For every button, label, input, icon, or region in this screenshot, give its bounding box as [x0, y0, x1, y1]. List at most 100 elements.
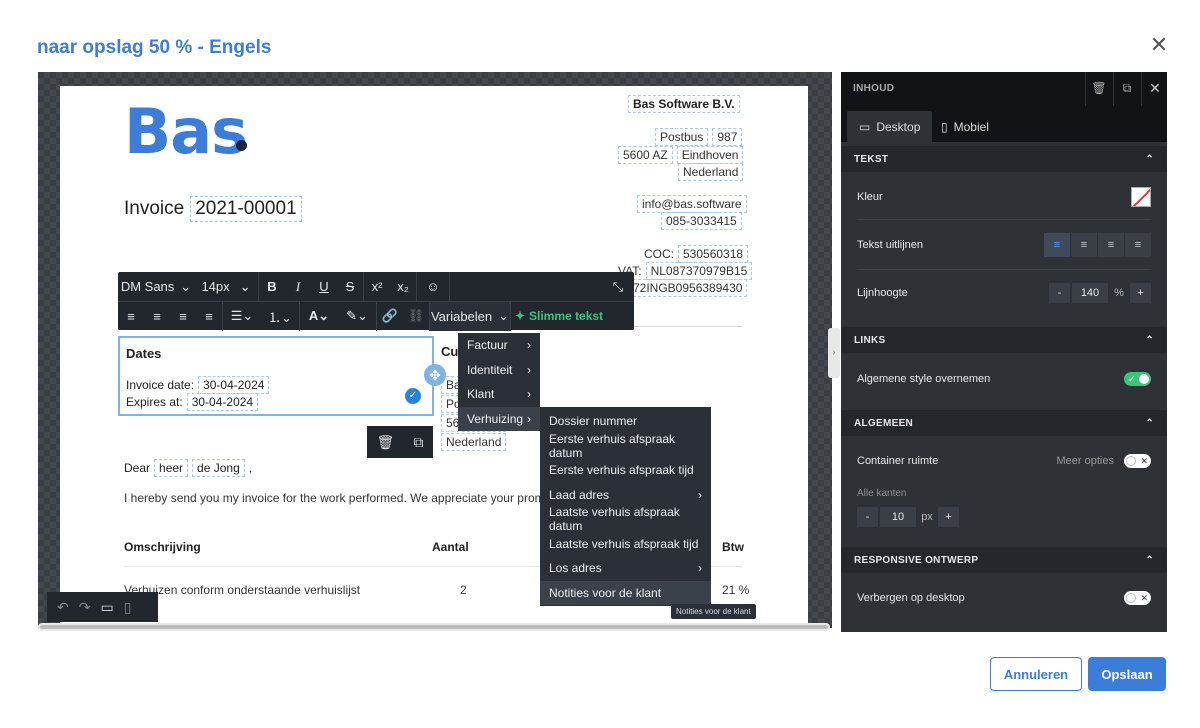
postbus-number-variable[interactable]: 987	[712, 128, 743, 146]
close-panel-icon[interactable]: ✕	[1145, 80, 1165, 97]
city-variable[interactable]: Eindhoven	[676, 146, 744, 164]
align-justify-icon[interactable]: ≡	[196, 302, 222, 331]
text-color-icon[interactable]: A⌄	[300, 302, 338, 331]
section-algemeen[interactable]: ALGEMEEN ⌃	[841, 410, 1167, 436]
highlight-icon[interactable]: ✎⌄	[338, 302, 376, 331]
submenu-item-eerste-datum[interactable]: Eerste verhuis afspraak datum	[540, 431, 711, 460]
trash-icon[interactable]: 🗑	[377, 434, 395, 451]
align-left-icon[interactable]: ≡	[118, 302, 144, 331]
invoice-date-variable[interactable]: 30-04-2024	[198, 376, 270, 394]
panel-collapse-handle[interactable]: ›	[828, 328, 840, 378]
invoice-number-variable[interactable]: 2021-00001	[190, 196, 302, 222]
dear-text: Dear	[124, 461, 151, 475]
postcode-variable[interactable]: 5600 AZ	[618, 146, 673, 164]
line-height-label: Lijnhoogte	[857, 287, 908, 299]
customer-name-variable[interactable]: de Jong	[192, 459, 245, 477]
submenu-item-label: Notities voor de klant	[549, 585, 662, 600]
submenu-item-eerste-tijd[interactable]: Eerste verhuis afspraak tijd	[540, 458, 711, 483]
more-options-toggle[interactable]: ✕	[1124, 454, 1151, 468]
underline-icon[interactable]: U	[311, 272, 337, 301]
section-responsive[interactable]: RESPONSIVE ONTWERP ⌃	[841, 547, 1167, 573]
expires-date-variable[interactable]: 30-04-2024	[186, 393, 259, 411]
vat-variable[interactable]: NL087370979B15	[645, 262, 753, 280]
submenu-item-dossier-nummer[interactable]: Dossier nummer	[540, 409, 711, 434]
line-height-input[interactable]: 140	[1072, 283, 1108, 303]
padding-decrease[interactable]: -	[857, 507, 878, 527]
superscript-icon[interactable]: x²	[364, 272, 390, 301]
subscript-icon[interactable]: x₂	[390, 272, 416, 301]
submenu-item-label: Eerste verhuis afspraak tijd	[549, 463, 694, 478]
font-size-select[interactable]: 14px ⌄	[194, 272, 258, 301]
move-handle-icon[interactable]: ✥	[424, 364, 446, 386]
link-icon[interactable]: 🔗	[377, 302, 403, 331]
submenu-item-los-adres[interactable]: Los adres ›	[540, 556, 711, 581]
align-center-icon[interactable]: ≡	[144, 302, 170, 331]
section-title: TEKST	[854, 153, 889, 165]
canvas-scrollbar[interactable]	[38, 623, 830, 631]
submenu-item-label: Eerste verhuis afspraak datum	[549, 431, 676, 460]
bullet-list-icon[interactable]: ☰⌄	[223, 302, 261, 331]
submenu-item-laatste-datum[interactable]: Laatste verhuis afspraak datum	[540, 505, 711, 533]
iban-variable[interactable]: 72INGB0956389430	[628, 279, 748, 297]
chevron-down-icon: ⌄	[239, 278, 251, 294]
email-variable[interactable]: info@bas.software	[637, 195, 747, 213]
table-row-vat: 21 %	[722, 583, 750, 597]
unlink-icon[interactable]: ⛓	[403, 302, 429, 331]
section-tekst[interactable]: TEKST ⌃	[841, 146, 1167, 172]
salutation-variable[interactable]: heer	[154, 459, 189, 477]
bold-icon[interactable]: B	[259, 272, 285, 301]
tab-mobile[interactable]: ▯ Mobiel	[929, 111, 1001, 142]
line-height-decrease[interactable]: -	[1049, 283, 1070, 303]
submenu-item-laatste-tijd[interactable]: Laatste verhuis afspraak tijd	[540, 532, 711, 557]
dates-section[interactable]: Dates Invoice date: 30-04-2024 Expires a…	[118, 336, 434, 416]
padding-input[interactable]: 10	[880, 507, 916, 527]
hide-desktop-toggle[interactable]: ✕	[1124, 591, 1151, 605]
padding-increase[interactable]: +	[938, 507, 959, 527]
duplicate-icon[interactable]: ⧉	[1117, 81, 1137, 96]
align-right-icon[interactable]: ≡	[170, 302, 196, 331]
customer-country[interactable]: Nederland	[441, 433, 507, 451]
font-family-select[interactable]: DM Sans ⌄	[118, 272, 194, 301]
inherit-style-toggle[interactable]: ✓	[1124, 372, 1151, 386]
submenu-item-notities[interactable]: Notities voor de klant	[540, 580, 711, 605]
submenu-item-label: Laatste verhuis afspraak tijd	[549, 536, 699, 551]
duplicate-icon[interactable]: ⧉	[413, 434, 423, 451]
desktop-icon[interactable]: ▭	[100, 599, 113, 616]
collapse-icon[interactable]: ⤡	[602, 272, 634, 301]
redo-icon[interactable]: ↷	[79, 599, 91, 616]
smart-text-button[interactable]: ✦ Slimme tekst	[511, 302, 607, 331]
variables-dropdown[interactable]: Variabelen ⌄	[430, 301, 510, 331]
numbered-list-icon[interactable]: ⒈⌄	[261, 302, 299, 331]
menu-item-identiteit[interactable]: Identiteit ›	[458, 358, 540, 383]
phone-variable[interactable]: 085-3033415	[661, 212, 742, 230]
company-name-variable[interactable]: Bas Software B.V.	[628, 95, 740, 113]
align-right-icon[interactable]: ≡	[1098, 233, 1124, 257]
menu-item-klant[interactable]: Klant ›	[458, 382, 540, 407]
chevron-right-icon: ›	[698, 561, 702, 576]
close-dialog-icon[interactable]: ✕	[1149, 34, 1169, 56]
strikethrough-icon[interactable]: S	[337, 272, 363, 301]
submenu-item-laad-adres[interactable]: Laad adres ›	[540, 483, 711, 508]
menu-item-verhuizing[interactable]: Verhuizing ›	[458, 406, 540, 431]
emoji-icon[interactable]: ☺	[417, 272, 449, 301]
postbus-label[interactable]: Postbus	[655, 128, 709, 146]
align-justify-icon[interactable]: ≡	[1125, 233, 1151, 257]
line-height-increase[interactable]: +	[1130, 283, 1151, 303]
save-button[interactable]: Opslaan	[1088, 657, 1166, 691]
coc-variable[interactable]: 53056031​8	[678, 245, 749, 263]
cancel-button[interactable]: Annuleren	[990, 657, 1082, 691]
color-swatch[interactable]	[1131, 187, 1151, 207]
tab-desktop[interactable]: ▭ Desktop	[847, 111, 933, 142]
align-left-icon[interactable]: ≡	[1044, 233, 1070, 257]
mobile-icon[interactable]: ▯	[124, 599, 132, 616]
panel-header: INHOUD 🗑 ⧉ ✕	[841, 72, 1167, 106]
inherit-style-row: Algemene style overnemen ✓	[857, 370, 1151, 388]
italic-icon[interactable]: I	[285, 272, 311, 301]
menu-item-factuur[interactable]: Factuur ›	[458, 333, 540, 358]
undo-icon[interactable]: ↶	[57, 599, 69, 616]
section-links[interactable]: LINKS ⌃	[841, 327, 1167, 353]
check-icon[interactable]: ✓	[405, 388, 421, 404]
align-center-icon[interactable]: ≡	[1071, 233, 1097, 257]
trash-icon[interactable]: 🗑	[1089, 81, 1109, 95]
country-variable[interactable]: Nederland	[678, 163, 744, 181]
